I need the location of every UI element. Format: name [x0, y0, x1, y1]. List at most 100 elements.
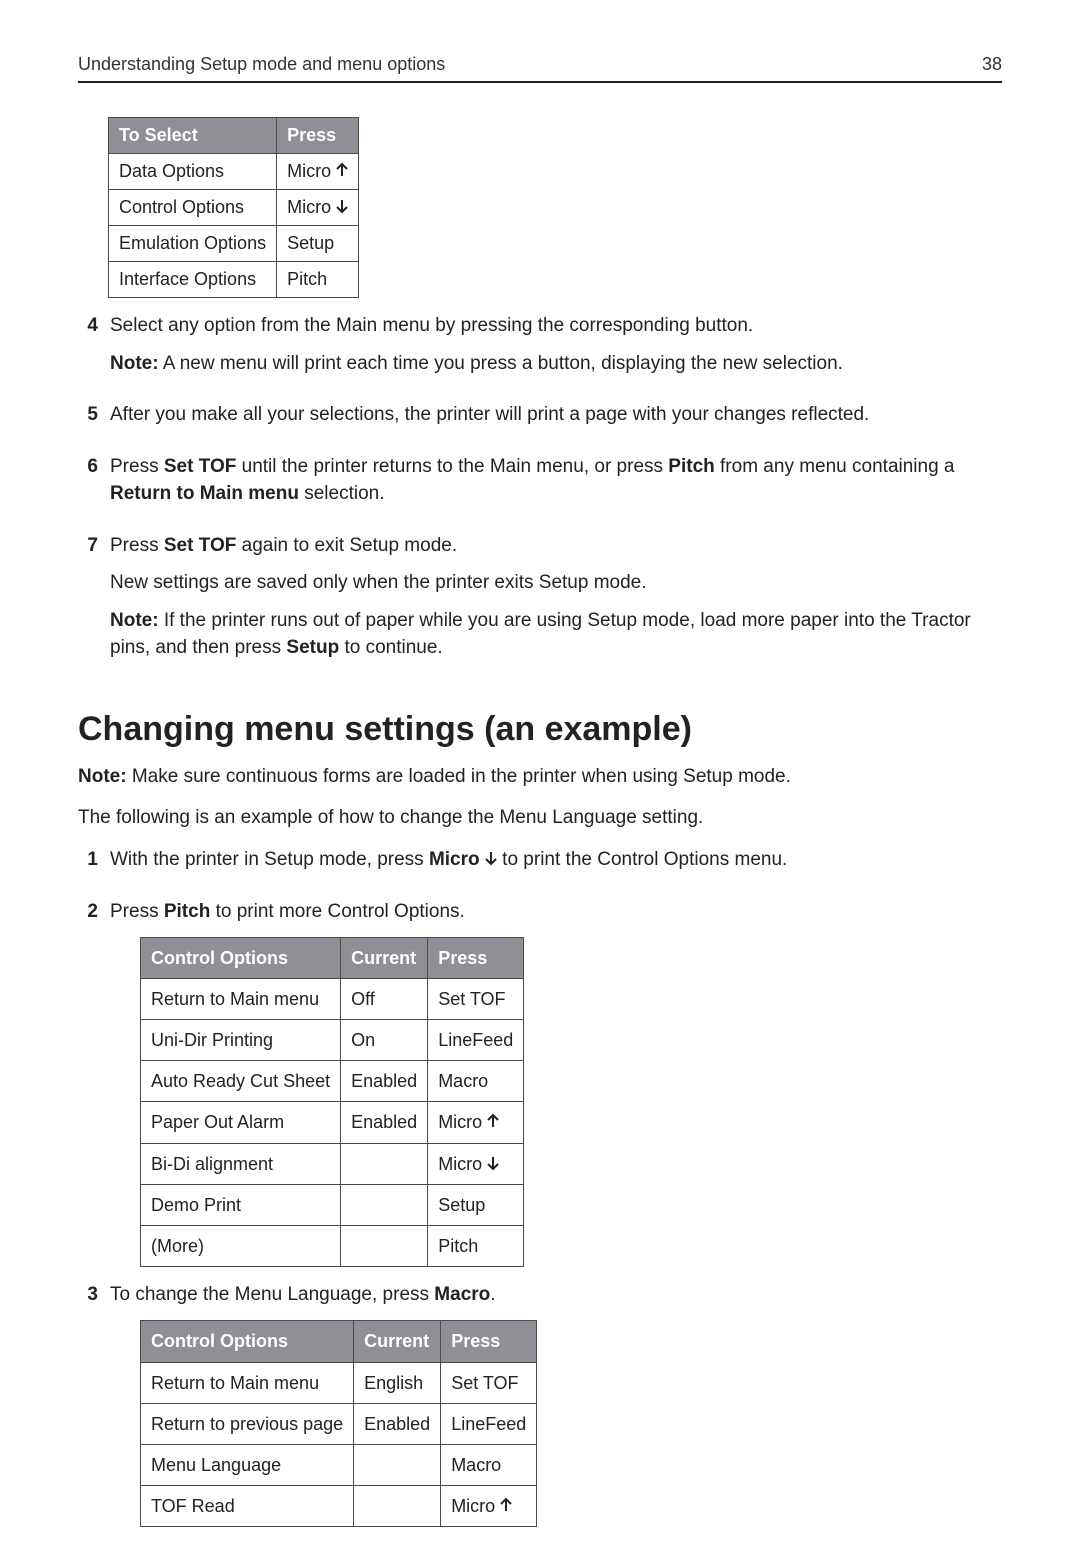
table-row: Paper Out AlarmEnabledMicro — [141, 1102, 524, 1143]
step: 2Press Pitch to print more Control Optio… — [78, 898, 1002, 1267]
text: . — [490, 1284, 495, 1305]
micro-up-label: Micro — [287, 161, 348, 181]
cell-current: Off — [341, 979, 428, 1020]
bold-text: Note: — [110, 610, 159, 631]
section-heading: Changing menu settings (an example) — [78, 710, 1002, 749]
text: to continue. — [339, 637, 443, 658]
cell-current — [341, 1143, 428, 1184]
cell-press: Setup — [428, 1184, 524, 1225]
cell-press: Macro — [428, 1061, 524, 1102]
text: With the printer in Setup mode, press — [110, 849, 429, 870]
th: Control Options — [141, 938, 341, 979]
press-text: Setup — [438, 1195, 485, 1215]
cell-press: Set TOF — [428, 979, 524, 1020]
step-body: With the printer in Setup mode, press Mi… — [110, 846, 1002, 884]
table-row: Bi-Di alignmentMicro — [141, 1143, 524, 1184]
step-number: 4 — [78, 312, 98, 387]
cell-option: Auto Ready Cut Sheet — [141, 1061, 341, 1102]
text: to print the Control Options menu. — [497, 849, 787, 870]
cell-option: Interface Options — [109, 262, 277, 298]
step-body: To change the Menu Language, press Macro… — [110, 1281, 1002, 1527]
page: Understanding Setup mode and menu option… — [0, 0, 1080, 1567]
table-row: Data Options Micro — [109, 154, 359, 190]
table-select-press: To Select Press Data OptionsMicro Contro… — [108, 117, 359, 298]
step-text: Press Set TOF until the printer returns … — [110, 453, 1002, 508]
text: selection. — [299, 483, 385, 504]
arrow-up-icon — [500, 1496, 512, 1516]
press-text: Macro — [451, 1455, 501, 1475]
arrow-up-icon — [487, 1112, 499, 1132]
step-body: Select any option from the Main menu by … — [110, 312, 1002, 387]
table-row: Uni-Dir PrintingOnLineFeed — [141, 1020, 524, 1061]
cell-current: On — [341, 1020, 428, 1061]
step: 7Press Set TOF again to exit Setup mode.… — [78, 532, 1002, 672]
step-body: Press Set TOF again to exit Setup mode.N… — [110, 532, 1002, 672]
text: to print more Control Options. — [210, 901, 465, 922]
cell-press: Pitch — [428, 1225, 524, 1266]
text: If the printer runs out of paper while y… — [110, 610, 971, 659]
table-row: Return to previous pageEnabledLineFeed — [141, 1403, 537, 1444]
step: 3 To change the Menu Language, press Macr… — [78, 1281, 1002, 1527]
cell-current — [341, 1225, 428, 1266]
table-row: Menu Language Macro — [141, 1444, 537, 1485]
cell-option: Control Options — [109, 190, 277, 226]
th-to-select: To Select — [109, 118, 277, 154]
bold-text: Macro — [434, 1284, 490, 1305]
text: A new menu will print each time you pres… — [159, 353, 843, 374]
cell-current: Enabled — [341, 1061, 428, 1102]
table-table2: Control OptionsCurrentPressReturn to Mai… — [140, 937, 524, 1267]
cell-current — [354, 1485, 441, 1526]
table-row: Demo Print Setup — [141, 1184, 524, 1225]
text: Make sure continuous forms are loaded in… — [127, 766, 791, 787]
header-title: Understanding Setup mode and menu option… — [78, 54, 445, 75]
bold-text: Return to Main menu — [110, 483, 299, 504]
press-text: LineFeed — [438, 1030, 513, 1050]
cell-press: Setup — [277, 226, 359, 262]
text: Press — [110, 456, 164, 477]
bold-text: Set TOF — [164, 535, 237, 556]
text: To change the Menu Language, press — [110, 1284, 434, 1305]
cell-press: Micro — [277, 190, 359, 226]
bold-text: Set TOF — [164, 456, 237, 477]
th-press: Press — [277, 118, 359, 154]
page-number: 38 — [982, 54, 1002, 75]
bold-text: Pitch — [164, 901, 210, 922]
cell-option: (More) — [141, 1225, 341, 1266]
step-text: After you make all your selections, the … — [110, 401, 1002, 429]
running-header: Understanding Setup mode and menu option… — [78, 54, 1002, 75]
step-text: New settings are saved only when the pri… — [110, 569, 1002, 597]
cell-option: Menu Language — [141, 1444, 354, 1485]
step: 6Press Set TOF until the printer returns… — [78, 453, 1002, 518]
th: Current — [354, 1321, 441, 1362]
step: 4 Select any option from the Main menu by… — [78, 312, 1002, 387]
bold-text: Note: — [78, 766, 127, 787]
press-text: Set TOF — [438, 989, 505, 1009]
press-text: LineFeed — [451, 1414, 526, 1434]
steps-a: 4 Select any option from the Main menu by… — [78, 312, 1002, 672]
step-text: To change the Menu Language, press Macro… — [110, 1281, 1002, 1309]
cell-press: Macro — [441, 1444, 537, 1485]
cell-press: LineFeed — [441, 1403, 537, 1444]
cell-option: Demo Print — [141, 1184, 341, 1225]
step: 5After you make all your selections, the… — [78, 401, 1002, 439]
cell-press: Micro — [428, 1143, 524, 1184]
cell-option: Emulation Options — [109, 226, 277, 262]
cell-option: Data Options — [109, 154, 277, 190]
step-number: 3 — [78, 1281, 98, 1527]
press-text: Set TOF — [451, 1373, 518, 1393]
table-row: Return to Main menuOff Set TOF — [141, 979, 524, 1020]
step-text: Select any option from the Main menu by … — [110, 312, 1002, 340]
table1-body: Data OptionsMicro Control OptionsMicro E… — [109, 154, 359, 298]
step-text: Note: If the printer runs out of paper w… — [110, 607, 1002, 662]
text: Press — [110, 535, 164, 556]
cell-press: Micro — [441, 1485, 537, 1526]
cell-option: Return to Main menu — [141, 979, 341, 1020]
step-number: 7 — [78, 532, 98, 672]
step-number: 1 — [78, 846, 98, 884]
bold-text: Micro — [429, 849, 485, 870]
cell-press: Micro — [277, 154, 359, 190]
cell-current — [341, 1184, 428, 1225]
table-row: Control OptionsMicro — [109, 190, 359, 226]
th: Press — [428, 938, 524, 979]
step-body: After you make all your selections, the … — [110, 401, 1002, 439]
